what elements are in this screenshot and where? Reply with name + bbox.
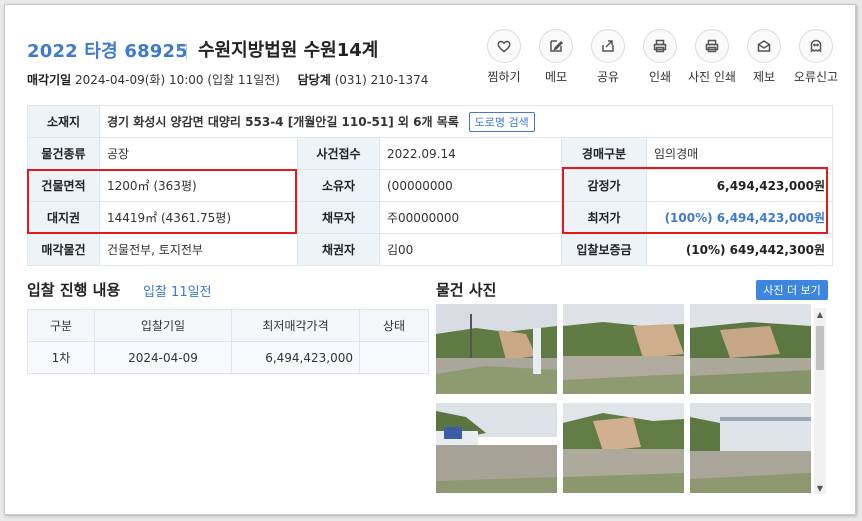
deposit-value: (10%) 649,442,300원 xyxy=(646,233,833,266)
photo-grid xyxy=(436,304,813,494)
min-price-value: (100%) 6,494,423,000원 xyxy=(646,201,833,234)
land-right-value: 14419㎡ (4361.75평) xyxy=(99,201,298,234)
print-label: 인쇄 xyxy=(648,70,672,84)
building-area-value: 1200㎡ (363평) xyxy=(99,169,298,202)
heart-icon xyxy=(497,40,511,53)
owner-value: (00000000 xyxy=(379,169,562,202)
ghost-icon xyxy=(810,39,822,53)
property-photo[interactable] xyxy=(690,403,811,493)
auction-type-value: 임의경매 xyxy=(646,137,833,170)
owner-label: 소유자 xyxy=(297,169,380,202)
bid-section-title: 입찰 진행 내용 xyxy=(27,281,121,299)
auction-type-label: 경매구분 xyxy=(561,137,647,170)
favorite-button[interactable]: 찜하기 xyxy=(478,29,530,85)
table-row: 1차 2024-04-09 6,494,423,000 xyxy=(27,341,429,374)
share-label: 공유 xyxy=(596,70,620,84)
type-value: 공장 xyxy=(99,137,298,170)
date-cell: 2024-04-09 xyxy=(94,341,232,374)
address-cell: 경기 화성시 양감면 대양리 553-4 [개월안길 110-51] 외 6개 … xyxy=(99,105,833,138)
appraisal-label: 감정가 xyxy=(561,169,647,202)
more-photos-button[interactable]: 사진 더 보기 xyxy=(756,280,828,300)
share-button[interactable]: 공유 xyxy=(582,29,634,85)
scroll-thumb[interactable] xyxy=(816,326,824,370)
photo-print-label: 사진 인쇄 xyxy=(688,70,736,84)
report-label: 제보 xyxy=(752,70,776,84)
round-cell: 1차 xyxy=(27,341,95,374)
received-value: 2022.09.14 xyxy=(379,137,562,170)
print-icon xyxy=(653,39,667,53)
appraisal-value: 6,494,423,000원 xyxy=(646,169,833,202)
photo-scrollbar[interactable]: ▲ ▼ xyxy=(814,308,826,494)
creditor-value: 김00 xyxy=(379,233,562,266)
bid-table-header: 구분 입찰기일 최저매각가격 상태 xyxy=(27,309,429,342)
sale-object-value: 건물전부, 토지전부 xyxy=(99,233,298,266)
property-info-table: 소재지 경기 화성시 양감면 대양리 553-4 [개월안길 110-51] 외… xyxy=(27,105,833,266)
error-report-button[interactable]: 오류신고 xyxy=(790,29,842,85)
sale-date-label: 매각기일 xyxy=(27,73,72,87)
col-round: 구분 xyxy=(27,309,95,342)
info-row: 대지권 14419㎡ (4361.75평) 채무자 주00000000 최저가 … xyxy=(27,201,833,234)
memo-label: 메모 xyxy=(544,70,568,84)
debtor-label: 채무자 xyxy=(297,201,380,234)
sale-meta: 매각기일 2024-04-09(화) 10:00 (입찰 11일전) 담당계 (… xyxy=(27,71,428,88)
scroll-up-icon[interactable]: ▲ xyxy=(814,308,826,320)
address-label: 소재지 xyxy=(27,105,100,138)
dept-label: 담당계 xyxy=(297,73,331,87)
type-label: 물건종류 xyxy=(27,137,100,170)
road-search-button[interactable]: 도로명 검색 xyxy=(468,111,535,132)
address-value: 경기 화성시 양감면 대양리 553-4 [개월안길 110-51] 외 6개 … xyxy=(107,114,459,129)
received-label: 사건접수 xyxy=(297,137,380,170)
photo-print-button[interactable]: 사진 인쇄 xyxy=(686,29,738,85)
title-divider xyxy=(186,43,187,59)
court-name: 수원지방법원 수원14계 xyxy=(198,40,379,61)
info-row: 물건종류 공장 사건접수 2022.09.14 경매구분 임의경매 xyxy=(27,137,833,170)
info-row: 소재지 경기 화성시 양감면 대양리 553-4 [개월안길 110-51] 외… xyxy=(27,105,833,138)
error-report-label: 오류신고 xyxy=(793,70,839,84)
scroll-down-icon[interactable]: ▼ xyxy=(814,482,826,494)
bid-history-table: 구분 입찰기일 최저매각가격 상태 1차 2024-04-09 6,494,42… xyxy=(27,309,429,374)
property-photo[interactable] xyxy=(690,304,811,394)
auction-detail-panel: 2022 타경 68925 수원지방법원 수원14계 매각기일 2024-04-… xyxy=(4,4,856,515)
info-row: 건물면적 1200㎡ (363평) 소유자 (00000000 감정가 6,49… xyxy=(27,169,833,202)
property-photo[interactable] xyxy=(436,304,557,394)
creditor-label: 채권자 xyxy=(297,233,380,266)
col-status: 상태 xyxy=(359,309,429,342)
report-button[interactable]: 제보 xyxy=(738,29,790,85)
sale-date-value: 2024-04-09(화) 10:00 (입찰 11일전) xyxy=(75,73,280,87)
action-toolbar: 찜하기 메모 공유 인쇄 사진 인쇄 제보 오류신고 xyxy=(478,29,842,85)
land-right-label: 대지권 xyxy=(27,201,100,234)
favorite-label: 찜하기 xyxy=(487,70,521,84)
col-price: 최저매각가격 xyxy=(231,309,360,342)
deposit-label: 입찰보증금 xyxy=(561,233,647,266)
print-button[interactable]: 인쇄 xyxy=(634,29,686,85)
property-photo[interactable] xyxy=(436,403,557,493)
sale-object-label: 매각물건 xyxy=(27,233,100,266)
price-cell: 6,494,423,000 xyxy=(231,341,360,374)
building-area-label: 건물면적 xyxy=(27,169,100,202)
property-photo[interactable] xyxy=(563,304,684,394)
dept-value: (031) 210-1374 xyxy=(334,73,429,87)
report-mail-icon xyxy=(757,40,771,52)
debtor-value: 주00000000 xyxy=(379,201,562,234)
bid-section-sub: 입찰 11일전 xyxy=(143,285,212,300)
share-icon xyxy=(602,40,614,52)
status-cell xyxy=(359,341,429,374)
case-number: 2022 타경 68925 xyxy=(27,41,188,62)
memo-button[interactable]: 메모 xyxy=(530,29,582,85)
info-row: 매각물건 건물전부, 토지전부 채권자 김00 입찰보증금 (10%) 649,… xyxy=(27,233,833,266)
property-photo[interactable] xyxy=(563,403,684,493)
memo-icon xyxy=(550,40,564,52)
photo-section-title: 물건 사진 xyxy=(436,281,497,299)
col-date: 입찰기일 xyxy=(94,309,232,342)
photo-print-icon xyxy=(705,39,719,53)
min-price-label: 최저가 xyxy=(561,201,647,234)
